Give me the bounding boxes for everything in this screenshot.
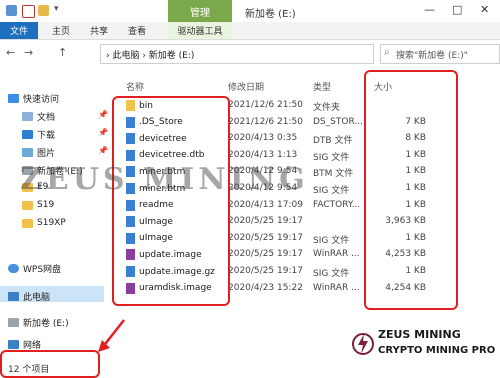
pin-icon: 📌	[98, 128, 108, 137]
file-type: WinRAR ...	[313, 249, 360, 260]
tab-drive-tools[interactable]: 驱动器工具	[168, 22, 232, 39]
column-header-date[interactable]: 修改日期	[228, 80, 264, 93]
file-type: SIG 文件	[313, 152, 350, 163]
file-date: 2020/5/25 19:17	[228, 249, 303, 260]
file-date: 2020/5/25 19:17	[228, 216, 303, 227]
file-type: WinRAR ...	[313, 282, 360, 293]
tab-view[interactable]: 查看	[122, 22, 152, 39]
file-type: SIG 文件	[313, 235, 350, 246]
cloud-icon	[8, 264, 19, 273]
brand-tagline: CRYPTO MINING PRO	[378, 345, 496, 356]
folder-icon	[22, 218, 33, 228]
tab-file[interactable]: 文件	[0, 22, 38, 39]
minimize-button[interactable]: —	[424, 3, 435, 16]
picture-icon	[22, 148, 33, 157]
folder-icon	[22, 200, 33, 210]
file-date: 2020/4/13 0:35	[228, 133, 298, 144]
sidebar-item-this-pc[interactable]: 此电脑	[8, 290, 50, 303]
file-date: 2020/5/25 19:17	[228, 266, 303, 276]
file-type: FACTORY...	[313, 199, 361, 210]
file-type: SIG 文件	[313, 269, 350, 279]
column-header-type[interactable]: 类型	[313, 80, 331, 93]
close-button[interactable]: ✕	[480, 3, 489, 16]
forward-button[interactable]: →	[24, 46, 33, 59]
sidebar-item-drive-e[interactable]: 新加卷 (E:)	[8, 316, 69, 329]
file-date: 2020/4/23 15:22	[228, 282, 303, 293]
file-type: DS_STOR...	[313, 116, 363, 127]
computer-icon	[8, 292, 19, 301]
back-button[interactable]: ←	[6, 46, 15, 59]
search-icon: ⌕	[384, 47, 390, 58]
maximize-button[interactable]: □	[452, 3, 462, 16]
window-title: 新加卷 (E:)	[245, 9, 296, 20]
status-item-count: 12 个项目	[8, 365, 50, 375]
column-header-name[interactable]: 名称	[126, 80, 144, 93]
tab-manage[interactable]: 管理	[168, 0, 232, 22]
file-type: BTM 文件	[313, 169, 354, 180]
file-date: 2020/4/13 1:13	[228, 149, 298, 160]
sidebar-item-wps-cloud[interactable]: WPS网盘	[8, 262, 61, 275]
app-icon	[6, 5, 17, 16]
sidebar-item-pictures[interactable]: 图片	[22, 146, 55, 159]
new-folder-icon[interactable]	[38, 5, 49, 16]
sidebar-item-s19[interactable]: S19	[22, 200, 54, 210]
download-icon	[22, 130, 33, 139]
pin-icon: 📌	[98, 146, 108, 155]
network-icon	[8, 340, 19, 349]
sidebar-item-downloads[interactable]: 下载	[22, 128, 55, 141]
brand-logo	[352, 333, 374, 355]
highlight-box-names	[112, 96, 230, 306]
quick-access-dropdown-icon[interactable]: ▾	[54, 4, 59, 14]
document-icon	[22, 112, 33, 121]
file-date: 2021/12/6 21:50	[228, 116, 303, 127]
file-date: 2021/12/6 21:50	[228, 100, 303, 110]
tab-share[interactable]: 共享	[84, 22, 114, 39]
pin-icon: 📌	[98, 110, 108, 119]
sidebar-item-s19xp[interactable]: S19XP	[22, 218, 66, 228]
file-type: DTB 文件	[313, 136, 353, 147]
star-icon	[8, 94, 19, 103]
sidebar-item-documents[interactable]: 文档	[22, 110, 55, 123]
tab-home[interactable]: 主页	[46, 22, 76, 39]
highlight-box-sizes	[364, 70, 458, 310]
sidebar-item-quick-access[interactable]: 快速访问	[8, 92, 59, 105]
breadcrumb[interactable]: › 此电脑 › 新加卷 (E:)	[106, 48, 194, 61]
search-placeholder: 搜索"新加卷 (E:)"	[396, 51, 468, 61]
watermark-text: ZEUS MINING	[20, 162, 309, 197]
properties-icon[interactable]	[22, 5, 35, 18]
brand-name: ZEUS MINING	[378, 328, 461, 341]
up-button[interactable]: ↑	[58, 46, 67, 59]
file-date: 2020/4/13 17:09	[228, 199, 303, 210]
file-type: 文件夹	[313, 103, 341, 113]
file-date: 2020/5/25 19:17	[228, 232, 303, 243]
file-type: SIG 文件	[313, 186, 350, 196]
annotation-arrow	[98, 319, 125, 352]
drive-icon	[8, 318, 19, 327]
